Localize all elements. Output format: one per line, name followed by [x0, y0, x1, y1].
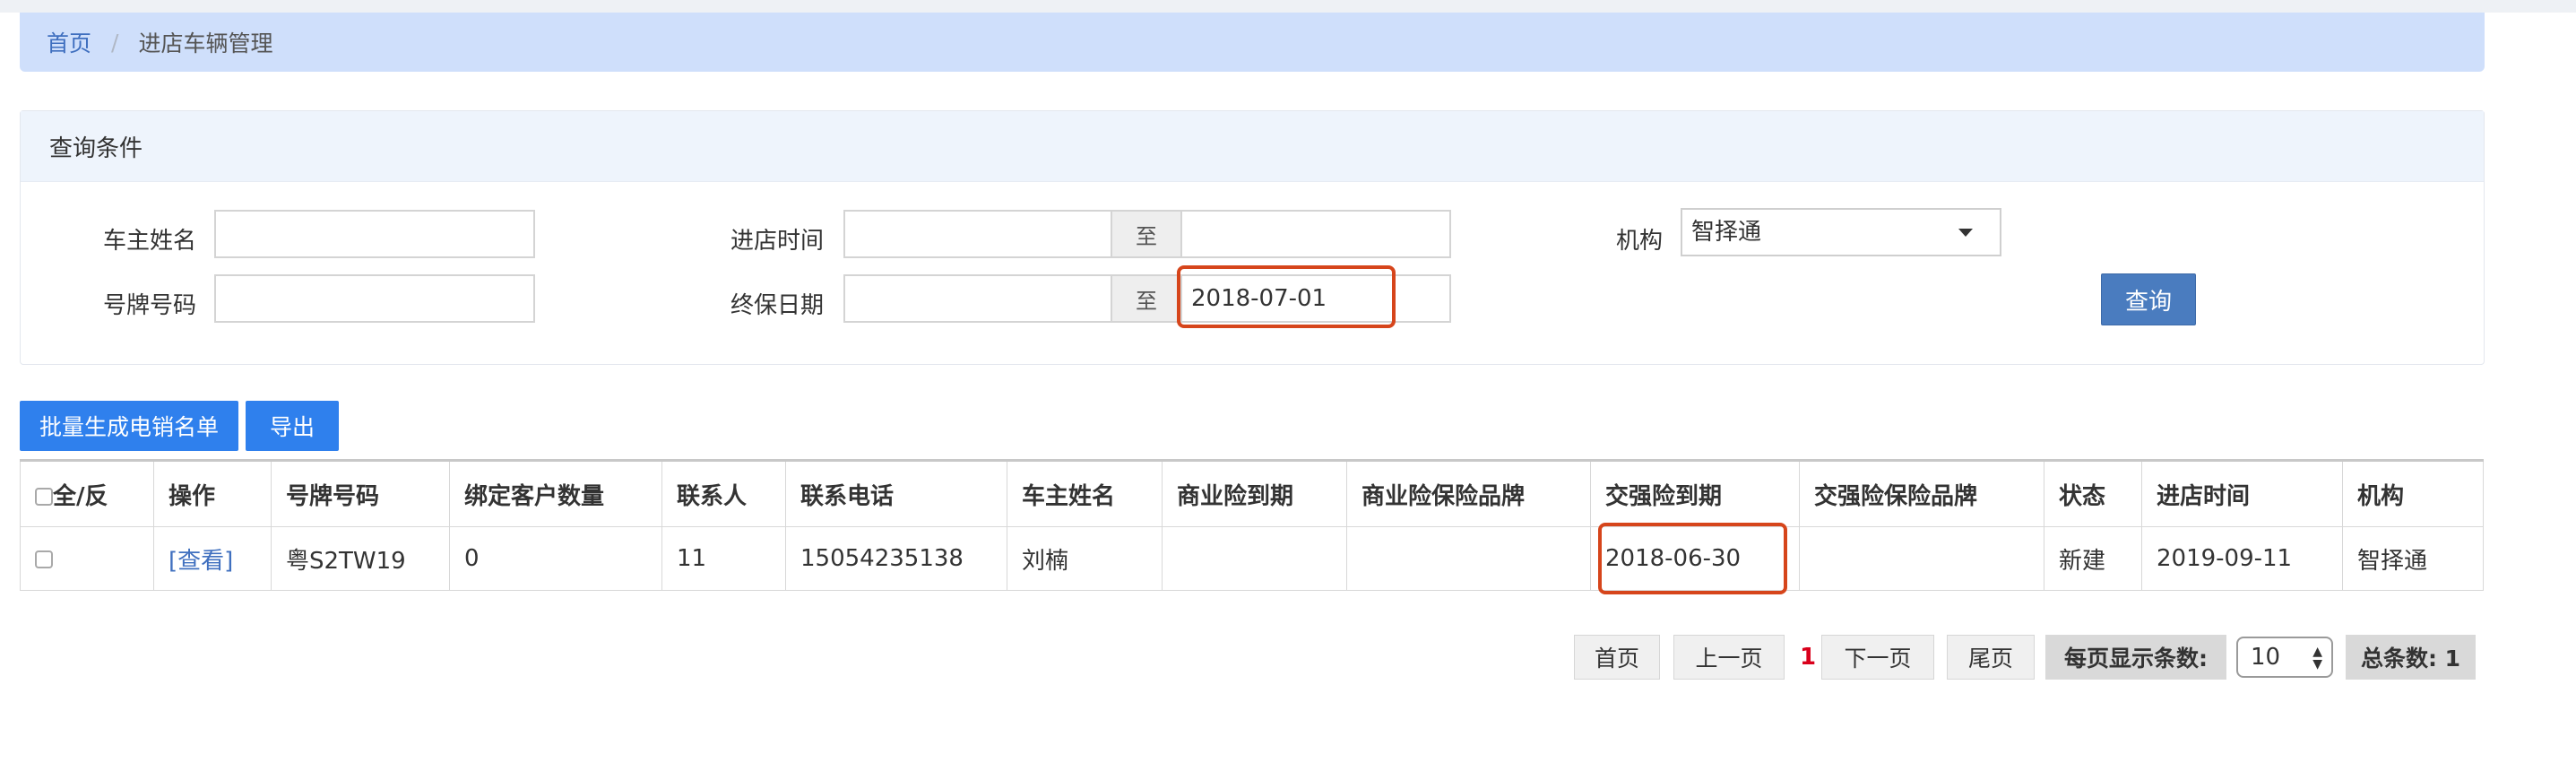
breadcrumb-current: 进店车辆管理 — [138, 30, 273, 56]
plate-cell: 粤S2TW19 — [271, 526, 450, 591]
vehicle-table: 全/反 操作 号牌号码 绑定客户数量 联系人 联系电话 车主姓名 商业险到期 商… — [20, 459, 2484, 591]
select-all-label: 全/反 — [53, 482, 108, 510]
query-panel-title: 查询条件 — [21, 111, 2484, 182]
plate-label: 号牌号码 — [103, 292, 197, 319]
org-cell: 智择通 — [2342, 526, 2484, 591]
column-header: 商业险到期 — [1162, 459, 1347, 527]
select-all-checkbox[interactable] — [35, 488, 53, 506]
expire-from-input[interactable] — [843, 274, 1112, 323]
commercial-brand-cell — [1346, 526, 1591, 591]
column-header: 状态 — [2044, 459, 2142, 527]
search-button[interactable]: 查询 — [2101, 273, 2196, 325]
compulsory-expire-highlight — [1598, 523, 1787, 594]
owner-name-input[interactable] — [214, 210, 535, 258]
column-header: 联系电话 — [785, 459, 1007, 527]
column-header: 交强险到期 — [1590, 459, 1800, 527]
bound-count-cell: 0 — [449, 526, 662, 591]
pager-next-button[interactable]: 下一页 — [1821, 635, 1934, 680]
table-row: [查看] 粤S2TW19 0 11 15054235138 刘楠 2018-06… — [20, 526, 2484, 591]
owner-cell: 刘楠 — [1007, 526, 1163, 591]
org-select-value: 智择通 — [1691, 219, 1762, 246]
visit-time-to-input[interactable] — [1180, 210, 1451, 258]
plate-input[interactable] — [214, 274, 535, 323]
page-size-select[interactable]: 10 ▲ ▼ — [2236, 637, 2333, 678]
column-header: 绑定客户数量 — [449, 459, 662, 527]
column-header: 号牌号码 — [271, 459, 450, 527]
export-button[interactable]: 导出 — [246, 401, 339, 451]
pager-last-button[interactable]: 尾页 — [1947, 635, 2035, 680]
compulsory-brand-cell — [1799, 526, 2044, 591]
org-label: 机构 — [1616, 228, 1664, 255]
column-header: 商业险保险品牌 — [1346, 459, 1591, 527]
breadcrumb-home-link[interactable]: 首页 — [47, 26, 91, 58]
expire-to-highlight — [1177, 265, 1396, 328]
pager-current-page: 1 — [1800, 644, 1817, 671]
table-header-row: 全/反 操作 号牌号码 绑定客户数量 联系人 联系电话 车主姓名 商业险到期 商… — [20, 459, 2484, 527]
row-view-cell: [查看] — [153, 526, 272, 591]
chevron-down-icon — [1958, 229, 1973, 237]
total-count: 总条数: 1 — [2346, 635, 2476, 680]
row-select-cell — [20, 526, 154, 591]
pager-first-button[interactable]: 首页 — [1574, 635, 1660, 680]
visit-time-cell: 2019-09-11 — [2141, 526, 2343, 591]
visit-time-from-input[interactable] — [843, 210, 1112, 258]
commercial-expire-cell — [1162, 526, 1347, 591]
status-cell: 新建 — [2044, 526, 2142, 591]
breadcrumb: 首页 / 进店车辆管理 — [20, 13, 2485, 72]
org-select[interactable]: 智择通 — [1681, 208, 2001, 256]
updown-arrows-icon: ▲ ▼ — [2312, 645, 2322, 672]
select-all-header[interactable]: 全/反 — [20, 459, 154, 527]
batch-generate-button[interactable]: 批量生成电销名单 — [20, 401, 238, 451]
page-size-label: 每页显示条数: — [2045, 635, 2226, 680]
owner-name-label: 车主姓名 — [103, 228, 197, 255]
column-header: 进店时间 — [2141, 459, 2343, 527]
expire-date-label: 终保日期 — [730, 292, 825, 319]
pager-prev-button[interactable]: 上一页 — [1673, 635, 1785, 680]
column-header: 联系人 — [661, 459, 786, 527]
expire-to-separator: 至 — [1112, 274, 1180, 323]
top-bar — [0, 0, 2576, 13]
page-size-value: 10 — [2251, 644, 2281, 671]
column-header: 交强险保险品牌 — [1799, 459, 2044, 527]
column-header: 操作 — [153, 459, 272, 527]
row-checkbox[interactable] — [35, 550, 53, 568]
view-link[interactable]: [查看] — [169, 548, 233, 575]
breadcrumb-separator: / — [111, 29, 119, 56]
contact-cell: 11 — [661, 526, 786, 591]
column-header: 机构 — [2342, 459, 2484, 527]
column-header: 车主姓名 — [1007, 459, 1163, 527]
phone-cell: 15054235138 — [785, 526, 1007, 591]
visit-time-to-separator: 至 — [1112, 210, 1180, 258]
visit-time-label: 进店时间 — [730, 228, 825, 255]
